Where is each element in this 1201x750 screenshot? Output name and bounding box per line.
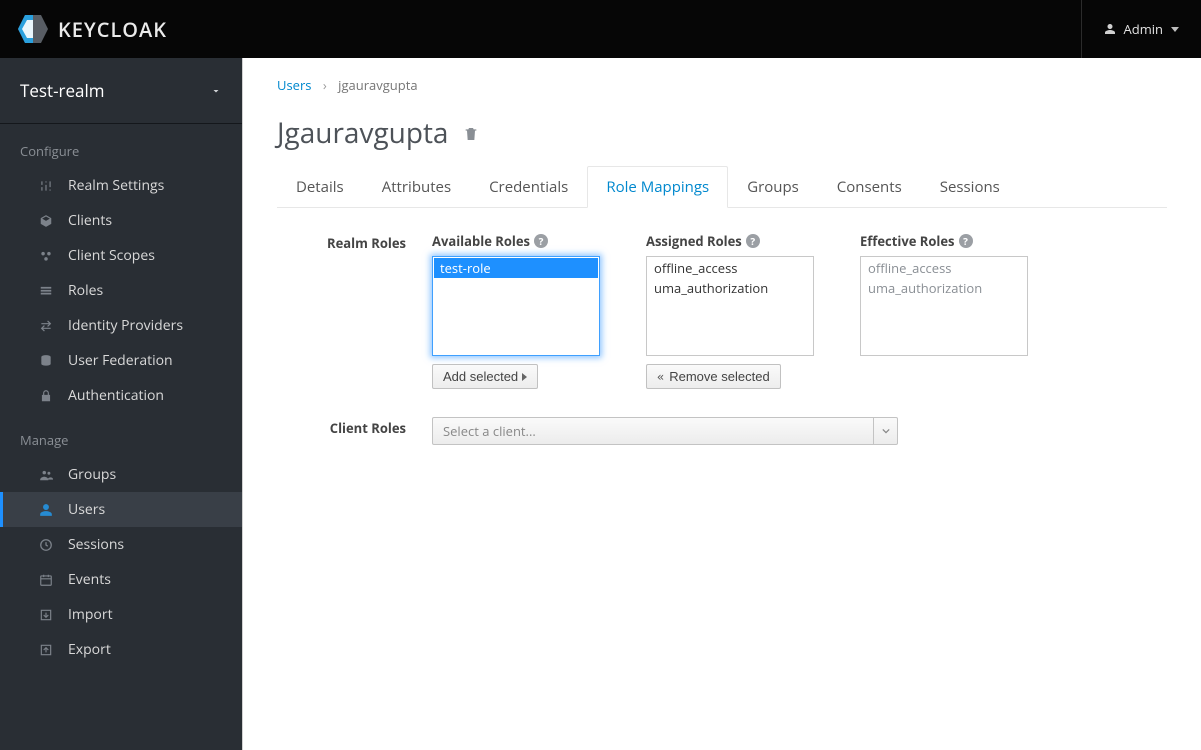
realm-selector[interactable]: Test-realm bbox=[0, 58, 242, 124]
tab-attributes[interactable]: Attributes bbox=[363, 166, 470, 208]
nav-import[interactable]: Import bbox=[0, 597, 242, 632]
breadcrumb: Users › jgauravgupta bbox=[277, 76, 1167, 94]
nav-sessions[interactable]: Sessions bbox=[0, 527, 242, 562]
nav-label: User Federation bbox=[38, 351, 173, 370]
nav-client-scopes[interactable]: Client Scopes bbox=[0, 238, 242, 273]
nav-groups[interactable]: Groups bbox=[0, 457, 242, 492]
tab-details[interactable]: Details bbox=[277, 166, 363, 208]
user-icon bbox=[1104, 23, 1116, 35]
assigned-roles-label: Assigned Roles bbox=[646, 232, 742, 250]
nav-user-federation[interactable]: User Federation bbox=[0, 343, 242, 378]
breadcrumb-current: jgauravgupta bbox=[338, 76, 417, 94]
tab-credentials[interactable]: Credentials bbox=[470, 166, 587, 208]
users-icon bbox=[38, 468, 54, 482]
nav-events[interactable]: Events bbox=[0, 562, 242, 597]
chevron-left-double-icon: « bbox=[657, 370, 665, 384]
realm-roles-label: Realm Roles bbox=[277, 232, 432, 389]
assigned-roles-listbox[interactable]: offline_access uma_authorization bbox=[646, 256, 814, 356]
nav-realm-settings[interactable]: Realm Settings bbox=[0, 168, 242, 203]
realm-name: Test-realm bbox=[20, 79, 105, 102]
help-icon[interactable]: ? bbox=[959, 234, 973, 248]
help-icon[interactable]: ? bbox=[746, 234, 760, 248]
exchange-icon bbox=[38, 319, 54, 333]
chevron-down-icon bbox=[1171, 27, 1179, 32]
effective-roles-label: Effective Roles bbox=[860, 232, 955, 250]
trash-icon bbox=[463, 125, 479, 143]
nav-identity-providers[interactable]: Identity Providers bbox=[0, 308, 242, 343]
user-tabs: Details Attributes Credentials Role Mapp… bbox=[277, 166, 1167, 208]
import-icon bbox=[38, 608, 54, 622]
nav-users[interactable]: Users bbox=[0, 492, 242, 527]
cube-icon bbox=[38, 214, 54, 228]
keycloak-logo[interactable]: KEYCLOAK bbox=[18, 15, 167, 43]
client-select-placeholder: Select a client... bbox=[443, 422, 536, 440]
list-icon bbox=[38, 284, 54, 298]
calendar-icon bbox=[38, 573, 54, 587]
remove-selected-label: Remove selected bbox=[669, 369, 769, 384]
section-configure: Configure bbox=[0, 124, 242, 168]
breadcrumb-separator: › bbox=[315, 76, 335, 94]
section-manage: Manage bbox=[0, 413, 242, 457]
account-label: Admin bbox=[1124, 20, 1163, 38]
scopes-icon bbox=[38, 249, 54, 263]
add-selected-label: Add selected bbox=[443, 369, 518, 384]
tab-sessions[interactable]: Sessions bbox=[921, 166, 1019, 208]
brand-text: KEYCLOAK bbox=[58, 16, 167, 43]
help-icon[interactable]: ? bbox=[534, 234, 548, 248]
nav-label: Identity Providers bbox=[38, 316, 183, 335]
account-menu[interactable]: Admin bbox=[1081, 0, 1179, 58]
effective-roles-listbox: offline_access uma_authorization bbox=[860, 256, 1028, 356]
nav-export[interactable]: Export bbox=[0, 632, 242, 667]
clock-icon bbox=[38, 538, 54, 552]
nav-label: Client Scopes bbox=[38, 246, 155, 265]
nav-label: Authentication bbox=[38, 386, 164, 405]
role-option: offline_access bbox=[862, 258, 1026, 278]
client-roles-label: Client Roles bbox=[277, 417, 432, 445]
tab-consents[interactable]: Consents bbox=[818, 166, 921, 208]
dropdown-caret bbox=[873, 418, 897, 444]
chevron-right-icon bbox=[522, 373, 527, 381]
remove-selected-button[interactable]: « Remove selected bbox=[646, 364, 781, 389]
available-roles-listbox[interactable]: test-role bbox=[432, 256, 600, 356]
role-option: uma_authorization bbox=[862, 278, 1026, 298]
role-option[interactable]: test-role bbox=[434, 258, 598, 278]
client-select[interactable]: Select a client... bbox=[432, 417, 898, 445]
role-option[interactable]: offline_access bbox=[648, 258, 812, 278]
database-icon bbox=[38, 354, 54, 368]
lock-icon bbox=[38, 389, 54, 403]
add-selected-button[interactable]: Add selected bbox=[432, 364, 538, 389]
sliders-icon bbox=[38, 179, 54, 193]
export-icon bbox=[38, 643, 54, 657]
tab-role-mappings[interactable]: Role Mappings bbox=[587, 166, 728, 208]
tab-groups[interactable]: Groups bbox=[728, 166, 818, 208]
nav-clients[interactable]: Clients bbox=[0, 203, 242, 238]
breadcrumb-root-link[interactable]: Users bbox=[277, 76, 311, 94]
page-title: Jgauravgupta bbox=[277, 114, 1167, 152]
user-icon bbox=[38, 503, 54, 517]
nav-authentication[interactable]: Authentication bbox=[0, 378, 242, 413]
page-title-text: Jgauravgupta bbox=[277, 114, 449, 152]
chevron-down-icon bbox=[210, 85, 222, 97]
nav-label: Realm Settings bbox=[38, 176, 164, 195]
role-option[interactable]: uma_authorization bbox=[648, 278, 812, 298]
keycloak-hex-icon bbox=[18, 15, 48, 43]
sidebar: Test-realm Configure Realm Settings Clie… bbox=[0, 58, 242, 750]
delete-user-button[interactable] bbox=[463, 114, 479, 152]
nav-roles[interactable]: Roles bbox=[0, 273, 242, 308]
chevron-down-icon bbox=[882, 427, 890, 435]
available-roles-label: Available Roles bbox=[432, 232, 530, 250]
